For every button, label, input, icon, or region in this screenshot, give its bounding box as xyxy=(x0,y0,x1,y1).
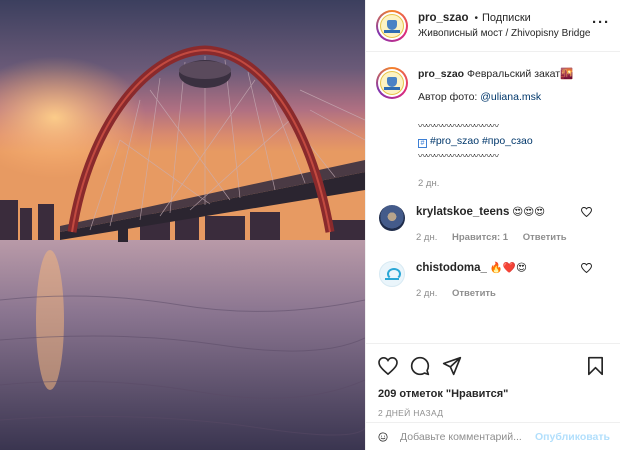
comment-like-heart-icon[interactable] xyxy=(581,263,592,273)
comment-input[interactable] xyxy=(400,430,536,443)
publish-button[interactable]: Опубликовать xyxy=(535,431,610,443)
action-icons xyxy=(378,354,610,378)
comment-text: 😍😍😍 xyxy=(512,206,546,218)
comment-likes[interactable]: Нравится: 1 xyxy=(452,232,508,243)
save-bookmark-icon[interactable] xyxy=(587,356,604,376)
comment-item: krylatskoe_teens 😍😍😍 2 дн. Нравится: 1 О… xyxy=(376,205,610,245)
commenter-avatar[interactable] xyxy=(379,261,405,287)
likes-count[interactable]: 209 отметок "Нравится" xyxy=(378,388,610,400)
post-actions: 209 отметок "Нравится" 2 ДНЕЙ НАЗАД xyxy=(366,343,620,418)
bridge-sunset-image xyxy=(0,0,365,450)
hashtag-box-icon: # xyxy=(418,139,427,148)
caption-divider-top: 〰〰〰〰〰〰〰〰〰〰 xyxy=(418,121,499,131)
add-comment-bar: Опубликовать xyxy=(366,422,620,450)
sunset-emoji: 🌇 xyxy=(560,68,574,80)
caption-text: Февральский закат xyxy=(467,68,561,80)
more-options-icon[interactable]: ··· xyxy=(592,15,610,30)
caption-avatar[interactable] xyxy=(376,67,408,99)
commenter-username[interactable]: krylatskoe_teens xyxy=(416,206,509,218)
follow-status-button[interactable]: Подписки xyxy=(482,11,531,26)
author-credit-link[interactable]: @uliana.msk xyxy=(480,91,541,103)
header-text: pro_szao • Подписки Живописный мост / Zh… xyxy=(418,11,591,41)
author-avatar[interactable] xyxy=(376,9,408,42)
caption-time[interactable]: 2 дн. xyxy=(418,176,573,191)
comment-meta: 2 дн. Нравится: 1 Ответить xyxy=(416,230,579,245)
caption-username[interactable]: pro_szao xyxy=(418,68,464,80)
caption-block: pro_szao Февральский закат🌇 Автор фото: … xyxy=(376,67,610,191)
comment-text: 🔥❤️😍 xyxy=(489,262,527,274)
commenter-username[interactable]: chistodoma_ xyxy=(416,262,487,274)
district-logo-icon xyxy=(380,71,404,95)
author-username[interactable]: pro_szao xyxy=(418,11,469,26)
caption-body: pro_szao Февральский закат🌇 Автор фото: … xyxy=(418,67,573,191)
comment-time[interactable]: 2 дн. xyxy=(416,232,437,243)
reply-button[interactable]: Ответить xyxy=(523,232,567,243)
author-credit-label: Автор фото: xyxy=(418,91,481,103)
comment-item: chistodoma_ 🔥❤️😍 2 дн. Ответить xyxy=(376,261,610,301)
post-location[interactable]: Живописный мост / Zhivopisny Bridge xyxy=(418,26,591,41)
separator-dot: • xyxy=(474,12,479,24)
reply-button[interactable]: Ответить xyxy=(452,288,496,299)
post-photo[interactable] xyxy=(0,0,365,450)
district-logo-icon xyxy=(380,13,404,38)
post-side-panel: pro_szao • Подписки Живописный мост / Zh… xyxy=(365,0,620,450)
post-header: pro_szao • Подписки Живописный мост / Zh… xyxy=(366,0,620,52)
emoji-smiley-icon[interactable] xyxy=(378,427,388,447)
share-paper-plane-icon[interactable] xyxy=(442,356,462,376)
comment-bubble-icon[interactable] xyxy=(410,356,430,376)
comments-list: pro_szao Февральский закат🌇 Автор фото: … xyxy=(366,53,620,343)
like-heart-icon[interactable] xyxy=(378,357,398,375)
comment-time[interactable]: 2 дн. xyxy=(416,288,437,299)
comment-meta: 2 дн. Ответить xyxy=(416,286,527,301)
post-date[interactable]: 2 ДНЕЙ НАЗАД xyxy=(378,408,610,418)
commenter-avatar[interactable] xyxy=(379,205,405,231)
caption-divider-bottom: 〰〰〰〰〰〰〰〰〰〰 xyxy=(418,151,499,161)
comment-like-heart-icon[interactable] xyxy=(581,207,592,217)
caption-hashtags[interactable]: #pro_szao #про_сзао xyxy=(430,135,533,147)
